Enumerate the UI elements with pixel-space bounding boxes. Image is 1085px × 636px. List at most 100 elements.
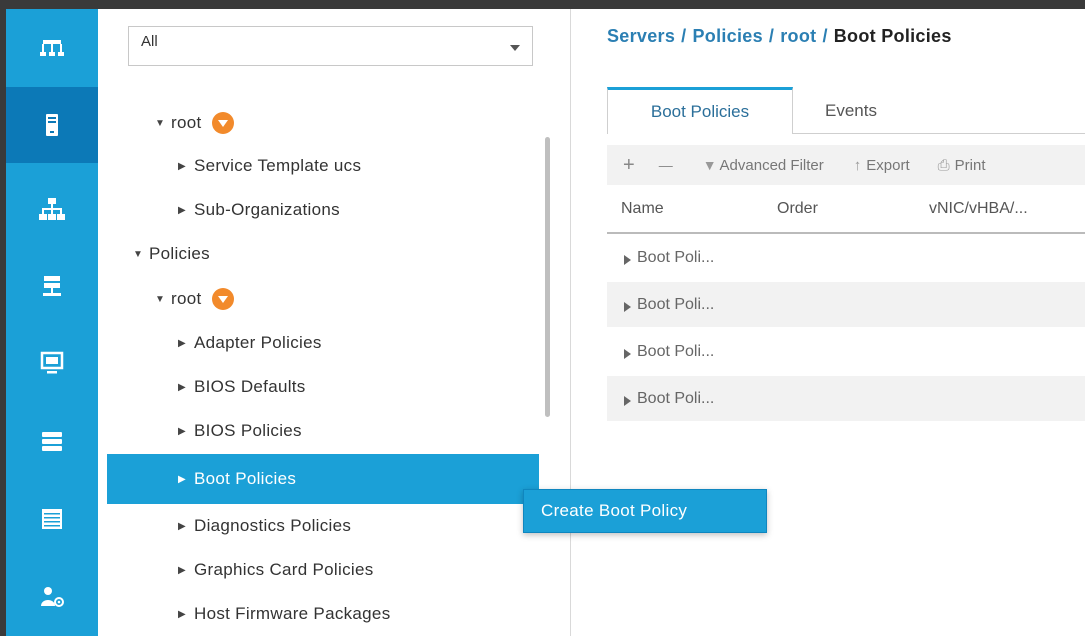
column-header-vnic-vhba[interactable]: vNIC/vHBA/...	[929, 200, 1028, 218]
tree-node-label: Service Template ucs	[194, 156, 362, 175]
collapsed-arrow-icon: ▶	[178, 381, 186, 393]
tree-node-label: root	[171, 113, 202, 132]
breadcrumb: Servers / Policies / root / Boot Policies	[607, 26, 952, 47]
printer-icon: ⎙	[937, 156, 950, 174]
rail-chassis[interactable]	[6, 481, 98, 557]
collapsed-arrow-icon: ▶	[178, 564, 186, 576]
expand-row-icon[interactable]	[624, 348, 631, 359]
tree-node-label: Adapter Policies	[194, 333, 322, 352]
tree-node-bios-policies[interactable]: ▶ BIOS Policies	[178, 416, 302, 446]
tree-node-sub-organizations[interactable]: ▶ Sub-Organizations	[178, 195, 340, 225]
collapsed-arrow-icon: ▶	[178, 473, 186, 485]
lan-icon	[39, 198, 65, 220]
column-header-order[interactable]: Order	[777, 200, 818, 218]
san-icon	[43, 276, 61, 296]
export-button[interactable]: ↑ Export	[854, 157, 910, 174]
expand-row-icon[interactable]	[624, 395, 631, 406]
tree-node-label: Graphics Card Policies	[194, 560, 374, 579]
collapsed-arrow-icon: ▶	[178, 160, 186, 172]
storage-icon	[42, 432, 62, 451]
column-header-name[interactable]: Name	[621, 200, 664, 218]
tree-node-diagnostics-policies[interactable]: ▶ Diagnostics Policies	[178, 511, 351, 541]
tab-label: Boot Policies	[650, 102, 750, 121]
table-header: Name Order vNIC/vHBA/...	[607, 188, 1085, 234]
row-name: Boot Poli...	[637, 248, 715, 266]
rail-vm[interactable]	[6, 325, 98, 401]
tree-node-policies[interactable]: ▼ Policies	[133, 239, 210, 269]
tree-node-label: Policies	[149, 244, 210, 263]
rail-servers[interactable]	[6, 87, 98, 163]
context-menu-create-boot-policy[interactable]: Create Boot Policy	[523, 489, 767, 533]
organization-icon	[211, 288, 234, 310]
breadcrumb-current: Boot Policies	[833, 26, 952, 46]
vm-icon	[40, 351, 64, 374]
collapsed-arrow-icon: ▶	[178, 337, 186, 349]
network-topology-icon	[40, 40, 64, 56]
advanced-filter-label: Advanced Filter	[719, 156, 824, 174]
tree-node-adapter-policies[interactable]: ▶ Adapter Policies	[178, 328, 322, 358]
tree-node-root[interactable]: ▼ root	[155, 108, 234, 138]
collapsed-arrow-icon: ▶	[178, 425, 186, 437]
tree-filter-select[interactable]: All	[128, 26, 533, 66]
server-icon	[46, 114, 58, 136]
breadcrumb-root[interactable]: root	[780, 26, 816, 46]
organization-icon	[211, 112, 234, 134]
plus-icon: +	[623, 153, 635, 176]
print-button[interactable]: ⎙ Print	[938, 157, 986, 174]
breadcrumb-policies[interactable]: Policies	[692, 26, 762, 46]
table-row[interactable]: Boot Poli...	[607, 235, 1085, 280]
arrow-up-icon: ↑	[853, 156, 862, 174]
tab-boot-policies[interactable]: Boot Policies	[607, 87, 793, 134]
tree-node-label: Boot Policies	[194, 469, 297, 488]
breadcrumb-separator: /	[768, 26, 775, 46]
table-row[interactable]: Boot Poli...	[607, 329, 1085, 374]
tree-node-policies-root[interactable]: ▼ root	[155, 284, 234, 314]
tree-node-label: BIOS Policies	[194, 421, 302, 440]
print-label: Print	[954, 156, 986, 174]
tree-scrollbar[interactable]	[545, 137, 550, 417]
breadcrumb-separator: /	[681, 26, 687, 46]
table-row[interactable]: Boot Poli...	[607, 376, 1085, 421]
remove-button[interactable]: —	[659, 157, 673, 173]
row-name: Boot Poli...	[637, 342, 715, 360]
expand-row-icon[interactable]	[624, 301, 631, 312]
navigation-tree-panel: All	[98, 9, 571, 636]
expanded-arrow-icon: ▼	[155, 293, 166, 305]
collapsed-arrow-icon: ▶	[178, 204, 186, 216]
tree-node-host-firmware-packages[interactable]: ▶ Host Firmware Packages	[178, 599, 391, 629]
tree-node-label: Sub-Organizations	[194, 200, 340, 219]
rail-equipment[interactable]	[6, 9, 98, 85]
tab-events[interactable]: Events	[796, 87, 906, 134]
expanded-arrow-icon: ▼	[155, 117, 166, 129]
chassis-icon	[42, 509, 62, 529]
add-button[interactable]: +	[623, 154, 635, 177]
tree-node-boot-policies[interactable]: ▶ Boot Policies	[107, 454, 539, 504]
export-label: Export	[866, 156, 910, 174]
rail-admin[interactable]	[6, 559, 98, 635]
collapsed-arrow-icon: ▶	[178, 520, 186, 532]
tree-node-label: Diagnostics Policies	[194, 516, 352, 535]
breadcrumb-servers[interactable]: Servers	[607, 26, 675, 46]
rail-lan[interactable]	[6, 171, 98, 247]
tree-node-label: Host Firmware Packages	[194, 604, 391, 623]
admin-icon	[41, 587, 64, 607]
tree-node-bios-defaults[interactable]: ▶ BIOS Defaults	[178, 372, 306, 402]
tab-label: Events	[825, 100, 877, 120]
chevron-down-icon	[510, 45, 520, 51]
table-row[interactable]: Boot Poli...	[607, 282, 1085, 327]
tree-node-label: root	[171, 289, 202, 308]
expand-row-icon[interactable]	[624, 254, 631, 265]
rail-storage[interactable]	[6, 403, 98, 479]
rail-san[interactable]	[6, 249, 98, 325]
tree-filter-value: All	[141, 33, 158, 50]
breadcrumb-separator: /	[822, 26, 828, 46]
tree-node-graphics-card-policies[interactable]: ▶ Graphics Card Policies	[178, 555, 374, 585]
context-menu-item-label: Create Boot Policy	[541, 501, 688, 520]
collapsed-arrow-icon: ▶	[178, 608, 186, 620]
filter-icon: ▼	[702, 157, 717, 173]
tree-node-service-template[interactable]: ▶ Service Template ucs	[178, 151, 361, 181]
table-toolbar: + — ▼ Advanced Filter ↑ Export ⎙ Print	[607, 145, 1085, 185]
advanced-filter-button[interactable]: ▼ Advanced Filter	[703, 157, 824, 174]
row-name: Boot Poli...	[637, 389, 715, 407]
nav-rail	[6, 9, 98, 636]
